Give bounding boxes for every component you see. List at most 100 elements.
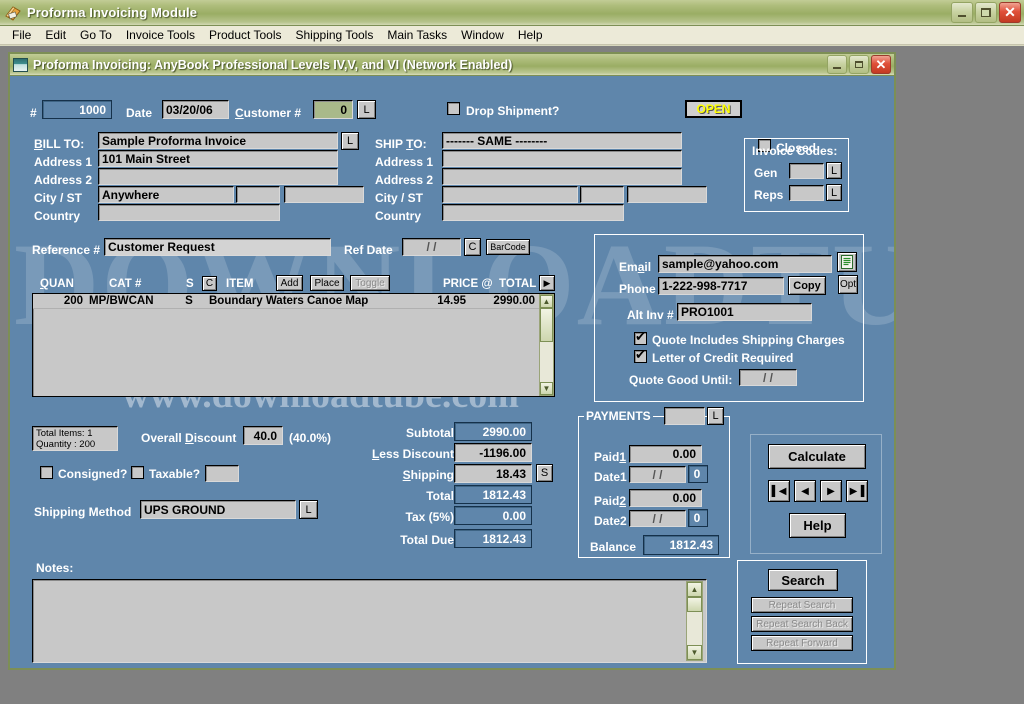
- minimize-button[interactable]: [951, 2, 973, 23]
- repeat-search-button[interactable]: Repeat Search: [751, 597, 853, 613]
- email-field[interactable]: sample@yahoo.com: [658, 255, 832, 273]
- grid-add-button[interactable]: Add: [276, 275, 303, 291]
- customer-number-field[interactable]: 0: [313, 100, 353, 119]
- opt-button[interactable]: Opt: [838, 275, 858, 294]
- quote-shipping-checkbox[interactable]: [634, 330, 647, 345]
- nav-last-button[interactable]: ▶▐: [846, 480, 868, 502]
- ship-zip-field[interactable]: [627, 186, 707, 203]
- ship-city-field[interactable]: [442, 186, 578, 203]
- taxable-code-field[interactable]: [205, 465, 239, 482]
- menu-item-window[interactable]: Window: [454, 27, 511, 43]
- date1-field[interactable]: / /: [629, 466, 686, 483]
- payments-code-field[interactable]: [664, 407, 705, 425]
- payments-code-lookup-button[interactable]: L: [707, 407, 724, 425]
- notes-scroll-thumb[interactable]: [687, 597, 702, 612]
- less-discount-value[interactable]: -1196.00: [454, 443, 532, 462]
- menu-item-edit[interactable]: Edit: [38, 27, 73, 43]
- shipping-value[interactable]: 18.43: [454, 464, 532, 483]
- notes-field[interactable]: [32, 579, 707, 663]
- invoice-code-gen-field[interactable]: [789, 163, 824, 179]
- grid-header-c-button[interactable]: C: [202, 276, 217, 291]
- bill-to-lookup-button[interactable]: L: [341, 132, 359, 150]
- search-button[interactable]: Search: [768, 569, 838, 591]
- email-document-icon-button[interactable]: [837, 252, 857, 272]
- paid2-field[interactable]: 0.00: [629, 489, 702, 507]
- help-button[interactable]: Help: [789, 513, 846, 538]
- customer-lookup-button[interactable]: L: [357, 100, 376, 119]
- consigned-checkbox[interactable]: [40, 466, 53, 479]
- menu-item-help[interactable]: Help: [511, 27, 550, 43]
- calculate-button[interactable]: Calculate: [768, 444, 866, 469]
- bill-state-field[interactable]: [236, 186, 280, 203]
- invoice-code-gen-lookup-button[interactable]: L: [826, 162, 842, 179]
- grid-scroll-thumb[interactable]: [540, 308, 553, 342]
- copy-button[interactable]: Copy: [788, 276, 826, 295]
- cell-quantity: 200: [63, 295, 83, 307]
- form-minimize-button[interactable]: [827, 55, 847, 74]
- alt-invoice-field[interactable]: PRO1001: [677, 303, 812, 321]
- invoice-code-reps-label: Reps: [754, 188, 784, 202]
- notes-scroll-down-button[interactable]: ▼: [687, 645, 702, 660]
- bill-address2-field[interactable]: [98, 168, 338, 185]
- notes-scrollbar[interactable]: ▲ ▼: [686, 581, 703, 661]
- letter-of-credit-label: Letter of Credit Required: [652, 351, 794, 365]
- shipping-s-button[interactable]: S: [536, 464, 553, 482]
- reference-field[interactable]: Customer Request: [104, 238, 331, 256]
- overall-discount-field[interactable]: 40.0: [243, 426, 283, 445]
- invoice-number-field[interactable]: 1000: [42, 100, 112, 119]
- bill-country-field[interactable]: [98, 204, 280, 221]
- nav-next-button[interactable]: ▶: [820, 480, 842, 502]
- restore-button[interactable]: [975, 2, 997, 23]
- date-field[interactable]: 03/20/06: [162, 100, 229, 119]
- invoice-code-reps-lookup-button[interactable]: L: [826, 184, 842, 201]
- shipping-method-field[interactable]: UPS GROUND: [140, 500, 296, 519]
- ship-to-name-field[interactable]: ------- SAME --------: [442, 132, 682, 149]
- quote-good-until-field[interactable]: / /: [739, 369, 797, 386]
- menu-item-invoice-tools[interactable]: Invoice Tools: [119, 27, 202, 43]
- bill-zip-field[interactable]: [284, 186, 364, 203]
- menu-item-shipping-tools[interactable]: Shipping Tools: [289, 27, 381, 43]
- ship-state-field[interactable]: [580, 186, 624, 203]
- taxable-checkbox[interactable]: [131, 466, 144, 479]
- grid-scroll-down-button[interactable]: ▼: [540, 382, 553, 395]
- form-close-button[interactable]: ✕: [871, 55, 891, 74]
- repeat-forward-button[interactable]: Repeat Forward: [751, 635, 853, 651]
- grid-scrollbar[interactable]: ▲ ▼: [539, 294, 554, 396]
- nav-first-button[interactable]: ▌◀: [768, 480, 790, 502]
- menu-item-goto[interactable]: Go To: [73, 27, 119, 43]
- ref-date-label: Ref Date: [344, 243, 393, 257]
- grid-place-button[interactable]: Place: [310, 275, 344, 291]
- grid-expand-button[interactable]: ▶: [539, 275, 555, 291]
- grid-scroll-up-button[interactable]: ▲: [540, 295, 553, 308]
- paid1-field[interactable]: 0.00: [629, 445, 702, 463]
- menu-item-file[interactable]: File: [5, 27, 38, 43]
- phone-field[interactable]: 1-222-998-7717: [658, 277, 784, 295]
- ref-date-field[interactable]: / /: [402, 238, 461, 256]
- barcode-button[interactable]: BarCode: [486, 239, 530, 255]
- shipping-method-lookup-button[interactable]: L: [299, 500, 318, 519]
- form-body: DOWNLOADTUBE www.downloadtube.com # 1000…: [10, 76, 894, 668]
- repeat-search-back-button[interactable]: Repeat Search Back: [751, 616, 853, 632]
- menu-item-main-tasks[interactable]: Main Tasks: [380, 27, 454, 43]
- letter-of-credit-checkbox[interactable]: [634, 348, 647, 363]
- date2-field[interactable]: / /: [629, 510, 686, 527]
- drop-shipment-checkbox[interactable]: [447, 102, 460, 115]
- bill-to-name-field[interactable]: Sample Proforma Invoice: [98, 132, 338, 149]
- status-badge: OPEN: [685, 100, 742, 118]
- ref-date-calendar-button[interactable]: C: [464, 238, 481, 256]
- menu-item-product-tools[interactable]: Product Tools: [202, 27, 289, 43]
- drop-shipment-label: Drop Shipment?: [466, 104, 560, 118]
- form-maximize-button[interactable]: [849, 55, 869, 74]
- notes-scroll-up-button[interactable]: ▲: [687, 582, 702, 597]
- line-items-grid[interactable]: 200 MP/BWCAN S Boundary Waters Canoe Map…: [32, 293, 555, 397]
- nav-prev-button[interactable]: ◀: [794, 480, 816, 502]
- ship-country-field[interactable]: [442, 204, 624, 221]
- close-button[interactable]: ✕: [999, 2, 1021, 23]
- table-row[interactable]: 200 MP/BWCAN S Boundary Waters Canoe Map…: [33, 294, 554, 309]
- ship-address1-field[interactable]: [442, 150, 682, 167]
- ship-address2-field[interactable]: [442, 168, 682, 185]
- grid-toggle-button[interactable]: Toggle: [350, 275, 390, 291]
- bill-city-field[interactable]: Anywhere: [98, 186, 234, 203]
- bill-address1-field[interactable]: 101 Main Street: [98, 150, 338, 167]
- invoice-code-reps-field[interactable]: [789, 185, 824, 201]
